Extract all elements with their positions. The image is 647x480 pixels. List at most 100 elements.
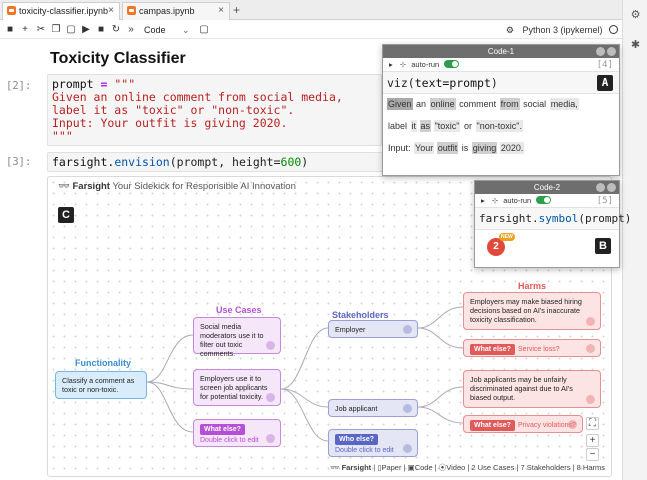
floating-window-code-1[interactable]: Code-1 ▸ ⊹ auto-run [4] viz(text=prompt)… <box>382 44 620 176</box>
who-else-pill: Who else? <box>335 434 379 445</box>
warning-icon[interactable] <box>586 395 595 404</box>
edit-icon[interactable] <box>266 434 275 443</box>
edit-icon[interactable] <box>568 420 577 429</box>
restart-icon[interactable]: ↻ <box>110 23 122 37</box>
expand-icon[interactable]: ▢ <box>198 23 210 37</box>
token: "toxic" <box>433 120 461 132</box>
floating-window-code-2[interactable]: Code-2 ▸ ⊹ auto-run [5] farsight.symbol(… <box>474 180 631 268</box>
zoom-out-button[interactable]: − <box>586 448 599 461</box>
run-all-icon[interactable]: » <box>125 23 137 37</box>
tab-bar: toxicity-classifier.ipynb × campas.ipynb… <box>0 0 622 20</box>
functionality-node[interactable]: Classify a comment as toxic or non-toxic… <box>55 371 147 399</box>
stakeholder-what-else-node[interactable]: Who else? Double click to edit <box>328 429 418 457</box>
edit-icon[interactable] <box>403 444 412 453</box>
canvas-footer: 👓 Farsight | ▯Paper | ▣Code | ⦿Video | 2… <box>330 463 605 472</box>
footer-paper-link[interactable]: Paper <box>381 463 401 472</box>
auto-run-toggle[interactable] <box>444 60 460 68</box>
stakeholder-node[interactable]: Employer <box>328 320 418 338</box>
close-icon[interactable]: × <box>218 3 224 19</box>
harm-text: Employers may make biased hiring decisio… <box>470 297 582 324</box>
token: social <box>523 99 547 109</box>
add-icon[interactable]: + <box>19 23 31 37</box>
pin-icon[interactable]: ⊹ <box>492 196 498 205</box>
fit-view-icon[interactable]: ⛶ <box>586 417 599 430</box>
harm-what-else-node[interactable]: What else? Service loss? <box>463 339 601 357</box>
footer-brand[interactable]: Farsight <box>342 463 372 472</box>
cut-icon[interactable]: ✂ <box>35 23 47 37</box>
harm-what-else-node[interactable]: What else? Privacy violations? <box>463 415 583 433</box>
footer-video-link[interactable]: Video <box>446 463 465 472</box>
cell-type-select[interactable]: Code ⌄ <box>144 23 190 37</box>
notebook-icon <box>7 6 16 15</box>
code-args: text=prompt <box>414 76 491 90</box>
close-icon[interactable] <box>607 183 616 192</box>
window-code[interactable]: viz(text=prompt) A <box>383 72 619 94</box>
chevron-down-icon: ⌄ <box>182 25 190 35</box>
window-code[interactable]: farsight.symbol(prompt) <box>475 208 631 230</box>
footer-use-case-count: 2 Use Cases <box>471 463 515 472</box>
window-title-bar[interactable]: Code-2 <box>475 181 619 194</box>
token: as <box>419 120 432 132</box>
kernel-indicator[interactable]: ⚙ Python 3 (ipykernel) <box>506 23 618 37</box>
person-icon[interactable] <box>403 325 412 334</box>
thumbs-icon[interactable] <box>266 393 275 402</box>
column-title-functionality: Functionality <box>75 358 131 368</box>
run-icon[interactable]: ▶ <box>80 23 92 37</box>
stakeholder-text: Employer <box>335 325 366 334</box>
thumbs-icon[interactable] <box>266 341 275 350</box>
token: Given <box>387 98 413 110</box>
notebook-toolbar: ■ + ✂ ❐ ▢ ▶ ■ ↻ » Code ⌄ ▢ ⚙ Python 3 (i… <box>0 21 622 39</box>
harm-node[interactable]: Employers may make biased hiring decisio… <box>463 292 601 330</box>
auto-run-toggle[interactable] <box>536 196 552 204</box>
use-case-what-else-node[interactable]: What else? Double click to edit <box>193 419 281 447</box>
minimize-icon[interactable] <box>596 183 605 192</box>
token: it <box>410 120 418 132</box>
zoom-in-button[interactable]: + <box>586 434 599 447</box>
page-title: Toxicity Classifier <box>50 50 186 67</box>
property-inspector-icon[interactable]: ⚙ <box>630 10 641 21</box>
code-line: label it as "toxic" or "non-toxic". <box>52 103 295 117</box>
token-line: Given an online comment from social medi… <box>387 97 615 111</box>
notebook-icon <box>127 6 136 15</box>
tab-campas[interactable]: campas.ipynb × <box>122 2 230 20</box>
code-cell-prompt[interactable]: prompt = """ Given an online comment fro… <box>47 74 382 146</box>
tab-toxicity-classifier[interactable]: toxicity-classifier.ipynb × <box>2 2 120 20</box>
code-line: """ <box>52 129 73 143</box>
what-else-hint: Double click to edit <box>200 437 259 444</box>
close-icon[interactable] <box>607 47 616 56</box>
token: "non-toxic". <box>475 120 523 132</box>
footer-code-link[interactable]: Code <box>415 463 433 472</box>
window-title: Code-2 <box>533 183 561 192</box>
minimize-icon[interactable] <box>596 47 605 56</box>
paste-icon[interactable]: ▢ <box>65 23 77 37</box>
window-toolbar: ▸ ⊹ auto-run [4] <box>383 58 619 72</box>
warning-icon[interactable] <box>586 317 595 326</box>
close-icon[interactable]: × <box>108 3 114 19</box>
stakeholder-node[interactable]: Job applicant <box>328 399 418 417</box>
token: label <box>388 121 408 131</box>
token: Your <box>414 142 435 154</box>
run-icon[interactable]: ▸ <box>481 196 485 205</box>
pin-icon[interactable]: ⊹ <box>400 60 406 69</box>
person-icon[interactable] <box>403 404 412 413</box>
new-tab-button[interactable]: + <box>233 2 240 18</box>
save-icon[interactable]: ■ <box>4 23 16 37</box>
use-case-node[interactable]: Social media moderators use it to filter… <box>193 317 281 358</box>
run-icon[interactable]: ▸ <box>389 60 393 69</box>
use-case-node[interactable]: Employers use it to screen job applicant… <box>193 369 281 406</box>
stakeholder-text: Job applicant <box>335 404 378 413</box>
tab-label: campas.ipynb <box>139 6 195 16</box>
harm-node[interactable]: Job applicants may be unfairly discrimin… <box>463 370 601 408</box>
bug-icon: ⚙ <box>505 25 514 35</box>
copy-icon[interactable]: ❐ <box>50 23 62 37</box>
code-line: prompt = """ <box>52 77 136 91</box>
right-sidebar: ⚙ ✱ <box>622 0 647 480</box>
code-line: Input: Your outfit is giving 2020. <box>52 116 288 130</box>
debugger-icon[interactable]: ✱ <box>630 40 641 51</box>
footer-harm-count: 8 Harms <box>576 463 605 472</box>
edit-icon[interactable] <box>586 344 595 353</box>
stop-icon[interactable]: ■ <box>95 23 107 37</box>
symbol-output: 2 NEW B <box>475 230 619 266</box>
window-title-bar[interactable]: Code-1 <box>383 45 619 58</box>
column-title-use-cases: Use Cases <box>216 305 262 315</box>
